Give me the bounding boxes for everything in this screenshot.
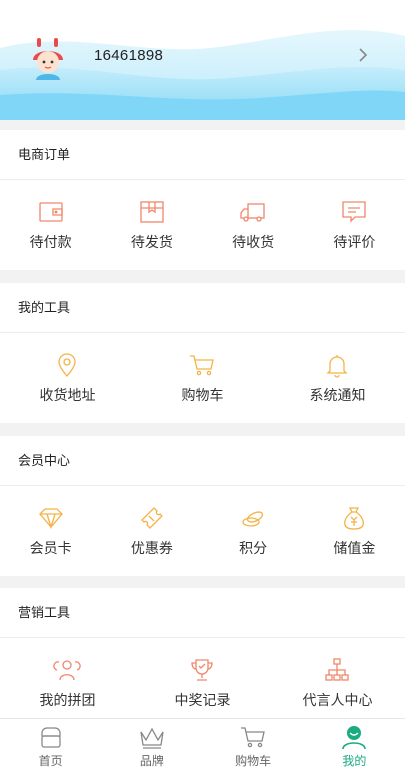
diamond-icon — [38, 508, 63, 530]
order-pending-shipment[interactable]: 待发货 — [101, 198, 202, 252]
item-label: 购物车 — [181, 387, 224, 403]
location-pin-icon — [58, 353, 77, 377]
section-title: 我的工具 — [0, 283, 405, 333]
tools-section: 我的工具 收货地址 购物车 系统通知 — [0, 283, 405, 423]
section-title: 营销工具 — [0, 588, 405, 638]
bottom-tab-bar: 首页 品牌 购物车 我的 — [0, 718, 405, 770]
trophy-icon — [191, 659, 214, 681]
item-label: 积分 — [239, 540, 268, 556]
bell-icon — [326, 355, 349, 378]
item-label: 待收货 — [232, 234, 275, 250]
item-label: 收货地址 — [39, 387, 96, 403]
tab-label: 购物车 — [235, 754, 272, 768]
marketing-prize-records[interactable]: 中奖记录 — [135, 656, 270, 710]
user-icon — [342, 726, 367, 750]
item-label: 待评价 — [333, 234, 376, 250]
avatar[interactable] — [28, 38, 68, 80]
tool-cart[interactable]: 购物车 — [135, 351, 270, 405]
member-section: 会员中心 会员卡 优惠券 积分 储值金 — [0, 436, 405, 576]
crown-icon — [140, 727, 164, 749]
tab-cart[interactable]: 购物车 — [203, 719, 304, 770]
coins-icon — [242, 511, 264, 527]
profile-header[interactable]: 16461898 — [0, 0, 405, 120]
item-label: 待付款 — [29, 234, 72, 250]
tab-label: 我的 — [342, 754, 367, 768]
comment-icon — [342, 201, 367, 223]
item-label: 优惠券 — [130, 540, 173, 556]
order-pending-payment[interactable]: 待付款 — [0, 198, 101, 252]
member-stored-value[interactable]: 储值金 — [304, 504, 405, 558]
item-label: 待发货 — [130, 234, 173, 250]
tab-label: 品牌 — [139, 754, 164, 768]
section-title: 会员中心 — [0, 436, 405, 486]
tab-mine[interactable]: 我的 — [304, 719, 405, 770]
money-bag-icon — [344, 507, 365, 530]
member-card[interactable]: 会员卡 — [0, 504, 101, 558]
member-coupons[interactable]: 优惠券 — [101, 504, 202, 558]
orders-section: 电商订单 待付款 待发货 待收货 待评价 — [0, 130, 405, 270]
item-label: 代言人中心 — [302, 692, 373, 708]
item-label: 储值金 — [333, 540, 376, 556]
item-label: 系统通知 — [309, 387, 366, 403]
home-icon — [40, 727, 61, 748]
order-pending-review[interactable]: 待评价 — [304, 198, 405, 252]
cart-icon — [190, 355, 215, 376]
item-label: 中奖记录 — [174, 692, 231, 708]
marketing-ambassador-center[interactable]: 代言人中心 — [270, 656, 405, 710]
package-icon — [140, 201, 164, 223]
wallet-icon — [38, 202, 63, 222]
tab-home[interactable]: 首页 — [0, 719, 101, 770]
marketing-section: 营销工具 我的拼团 中奖记录 代言人中心 — [0, 588, 405, 718]
group-icon — [53, 660, 82, 681]
tab-label: 首页 — [38, 754, 63, 768]
truck-icon — [240, 203, 265, 222]
item-label: 我的拼团 — [39, 692, 96, 708]
org-chart-icon — [325, 658, 350, 681]
section-title: 电商订单 — [0, 130, 405, 180]
member-points[interactable]: 积分 — [203, 504, 304, 558]
order-pending-receipt[interactable]: 待收货 — [203, 198, 304, 252]
tool-notifications[interactable]: 系统通知 — [270, 351, 405, 405]
tool-address[interactable]: 收货地址 — [0, 351, 135, 405]
item-label: 会员卡 — [29, 540, 72, 556]
cart-icon — [241, 727, 265, 748]
user-id: 16461898 — [94, 47, 164, 64]
tab-brand[interactable]: 品牌 — [101, 719, 202, 770]
chevron-right-icon[interactable] — [357, 46, 369, 64]
marketing-group-buy[interactable]: 我的拼团 — [0, 656, 135, 710]
ticket-icon — [140, 507, 163, 529]
